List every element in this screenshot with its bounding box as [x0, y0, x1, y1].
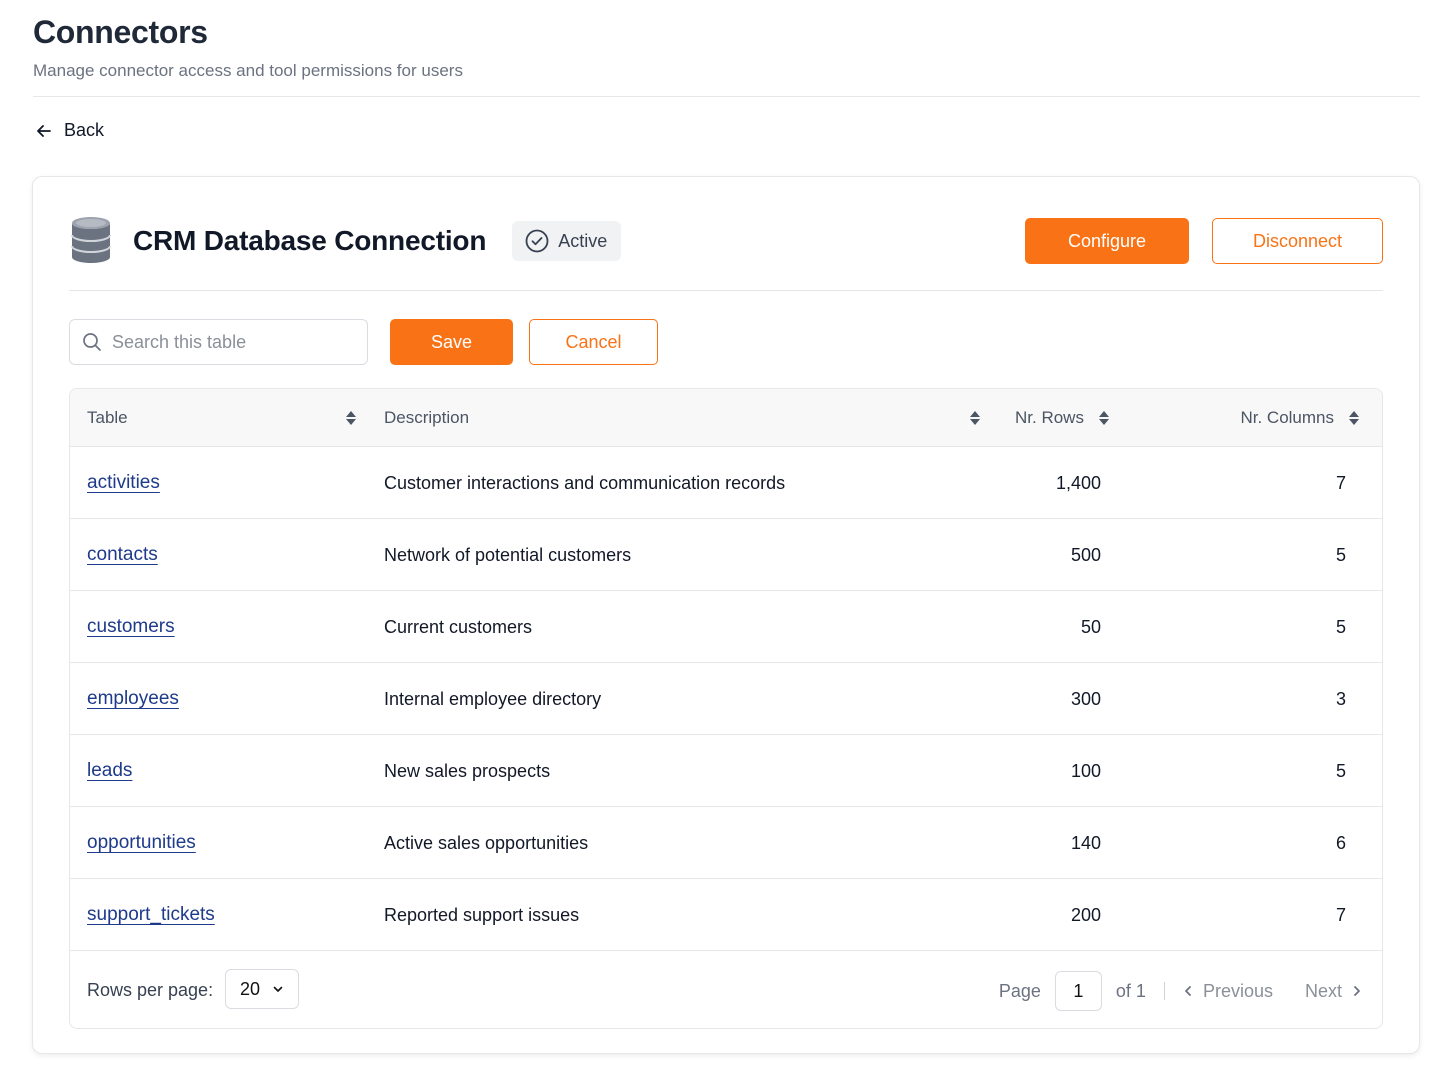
column-count: 7 [1335, 472, 1346, 493]
status-badge: Active [512, 221, 622, 261]
chevron-left-icon [1185, 986, 1191, 996]
table-description: Internal employee directory [384, 688, 602, 709]
connection-title: CRM Database Connection [133, 225, 487, 256]
column-header-rows[interactable]: Nr. Rows [1015, 389, 1111, 447]
table-name-link[interactable]: support_tickets [87, 879, 215, 951]
column-header-columns[interactable]: Nr. Columns [1234, 389, 1360, 447]
search-icon [83, 333, 101, 351]
table-row: activities Customer interactions and com… [70, 447, 1382, 519]
rows-per-page-select[interactable]: 20 [225, 969, 299, 1009]
column-header-label: Nr. Columns [1240, 408, 1334, 427]
column-count: 6 [1335, 832, 1346, 853]
column-count: 7 [1335, 904, 1346, 925]
search-input[interactable] [112, 331, 352, 353]
table-description: Active sales opportunities [384, 832, 589, 853]
database-icon [71, 217, 111, 263]
column-count: 5 [1335, 760, 1346, 781]
chevron-right-icon [1354, 986, 1360, 996]
table-name-link[interactable]: leads [87, 735, 132, 807]
chevron-down-icon [273, 986, 283, 992]
card-divider [69, 290, 1383, 291]
table-description: Network of potential customers [384, 544, 632, 565]
column-count: 3 [1335, 688, 1346, 709]
configure-button[interactable]: Configure [1025, 218, 1189, 264]
pagination: Page of 1 Previous Next [999, 971, 1362, 1011]
sort-icon [346, 411, 356, 425]
table-name-link[interactable]: employees [87, 663, 179, 735]
table-row: support_tickets Reported support issues … [70, 879, 1382, 951]
table-description: Customer interactions and communication … [384, 472, 786, 493]
rows-per-page-value: 20 [240, 978, 261, 999]
table-description: New sales prospects [384, 760, 551, 781]
tables-table: Table Description Nr. Rows Nr. Columns a… [69, 388, 1383, 1029]
previous-button[interactable]: Previous [1183, 981, 1273, 1002]
table-row: contacts Network of potential customers … [70, 519, 1382, 591]
table-name-link[interactable]: opportunities [87, 807, 196, 879]
connection-header: CRM Database Connection Active Configure… [69, 213, 1383, 269]
arrow-left-icon [37, 124, 51, 137]
table-name-link[interactable]: contacts [87, 519, 158, 591]
table-row: leads New sales prospects 100 5 [70, 735, 1382, 807]
header-divider [33, 96, 1420, 97]
connection-card: CRM Database Connection Active Configure… [32, 176, 1420, 1054]
check-circle-icon [525, 229, 549, 253]
column-header-table[interactable]: Table [87, 389, 357, 447]
table-description: Reported support issues [384, 904, 580, 925]
back-label: Back [64, 120, 105, 140]
column-header-label: Table [87, 408, 128, 427]
search-box [69, 319, 368, 365]
column-header-label: Nr. Rows [1015, 408, 1084, 427]
next-button[interactable]: Next [1305, 981, 1362, 1002]
page-header: Connectors Manage connector access and t… [33, 14, 463, 81]
row-count: 1,400 [1055, 472, 1101, 493]
status-label: Active [558, 230, 608, 251]
page-title: Connectors [33, 14, 208, 50]
header-actions: Configure Disconnect [1025, 218, 1383, 264]
column-header-description[interactable]: Description [384, 389, 981, 447]
page-subtitle: Manage connector access and tool permiss… [33, 61, 463, 80]
disconnect-button[interactable]: Disconnect [1212, 218, 1383, 264]
row-count: 200 [1070, 904, 1101, 925]
table-row: employees Internal employee directory 30… [70, 663, 1382, 735]
column-count: 5 [1335, 616, 1346, 637]
next-label: Next [1304, 980, 1342, 1001]
rows-per-page-label: Rows per page: [87, 980, 214, 1000]
cancel-button[interactable]: Cancel [529, 319, 658, 365]
table-name-link[interactable]: activities [87, 447, 160, 519]
sort-icon [1349, 411, 1359, 425]
pager-divider [1163, 982, 1165, 1000]
page-number-input[interactable] [1054, 971, 1102, 1011]
table-row: opportunities Active sales opportunities… [70, 807, 1382, 879]
row-count: 300 [1070, 688, 1101, 709]
row-count: 50 [1080, 616, 1101, 637]
page-label: Page [998, 980, 1041, 1001]
table-name-link[interactable]: customers [87, 591, 175, 663]
table-header: Table Description Nr. Rows Nr. Columns [70, 389, 1382, 447]
sort-icon [1098, 411, 1109, 425]
table-row: customers Current customers 50 5 [70, 591, 1382, 663]
previous-label: Previous [1202, 980, 1273, 1001]
sort-icon [970, 411, 980, 425]
column-count: 5 [1335, 544, 1346, 565]
back-link[interactable]: Back [36, 120, 104, 141]
row-count: 100 [1070, 760, 1101, 781]
row-count: 140 [1070, 832, 1101, 853]
table-description: Current customers [384, 616, 533, 637]
page-total-label: of 1 [1115, 980, 1146, 1001]
save-button[interactable]: Save [390, 319, 513, 365]
column-header-label: Description [384, 408, 470, 427]
table-footer: Rows per page: 20 Page of 1 Previous Nex… [70, 953, 1382, 1028]
row-count: 500 [1070, 544, 1101, 565]
table-toolbar: Save Cancel [69, 319, 658, 365]
